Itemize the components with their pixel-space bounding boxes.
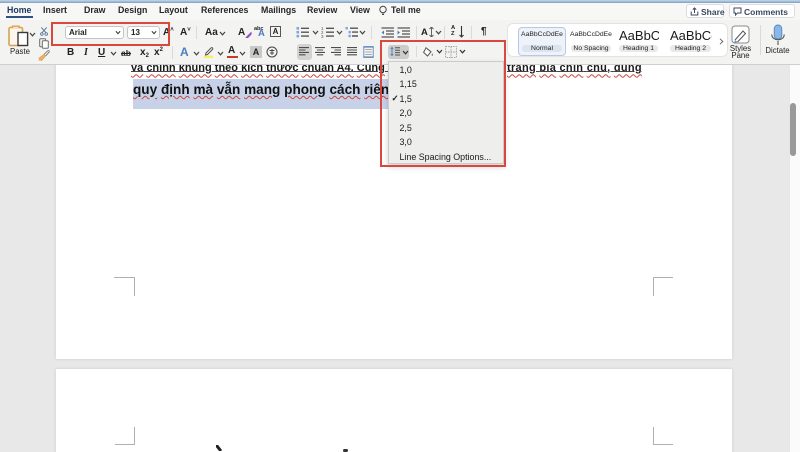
svg-text:3: 3	[321, 34, 324, 38]
